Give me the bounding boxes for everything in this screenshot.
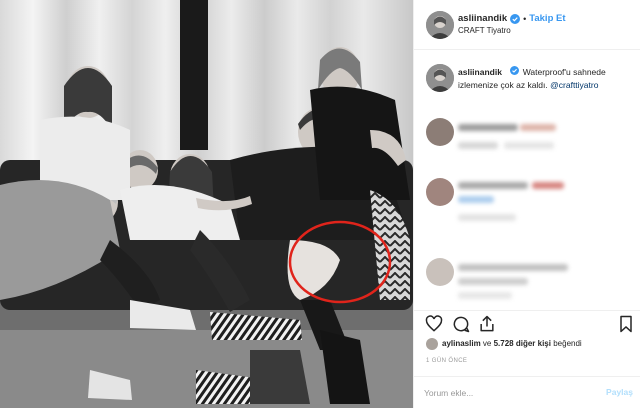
separator-dot: •	[523, 13, 527, 24]
avatar	[426, 118, 454, 146]
likes-count[interactable]: 5.728 diğer kişi	[494, 339, 551, 348]
likes-suffix: beğendi	[553, 339, 582, 348]
follow-button[interactable]: Takip Et	[529, 13, 565, 24]
caption-username[interactable]: asliinandik	[458, 67, 502, 77]
avatar	[426, 258, 454, 286]
likes-summary: aylinaslim ve 5.728 diğer kişi beğendi	[414, 338, 640, 352]
verified-badge-icon	[510, 66, 520, 76]
post-comment-button[interactable]: Paylaş	[606, 387, 633, 397]
post-location[interactable]: CRAFT Tiyatro	[458, 26, 511, 35]
share-icon[interactable]	[477, 314, 497, 334]
post-caption: asliinandik Waterproof'u sahnede izlemen…	[414, 58, 640, 118]
likes-connector: ve	[482, 339, 492, 348]
avatar[interactable]	[426, 11, 454, 39]
avatar[interactable]	[426, 338, 438, 350]
post-side-panel: asliinandik • Takip Et CRAFT Tiyatro asl…	[413, 0, 640, 408]
caption-text: asliinandik Waterproof'u sahnede izlemen…	[458, 66, 634, 92]
action-bar	[414, 310, 640, 338]
blurred-comment	[414, 178, 640, 238]
post-username[interactable]: asliinandik	[458, 13, 507, 24]
bookmark-icon[interactable]	[616, 314, 636, 334]
comment-input[interactable]	[424, 385, 584, 401]
avatar	[426, 178, 454, 206]
blurred-comment	[414, 258, 640, 318]
comment-box: Paylaş	[414, 376, 640, 408]
avatar[interactable]	[426, 64, 454, 92]
likes-text: aylinaslim ve 5.728 diğer kişi beğendi	[442, 339, 582, 348]
post-header: asliinandik • Takip Et CRAFT Tiyatro	[414, 0, 640, 50]
post-timestamp: 1 GÜN ÖNCE	[426, 358, 468, 364]
liker-username[interactable]: aylinaslim	[442, 339, 481, 348]
heart-icon[interactable]	[424, 314, 444, 334]
verified-badge-icon	[510, 13, 521, 24]
caption-mention[interactable]: @crafttiyatro	[550, 80, 598, 90]
comment-icon[interactable]	[451, 314, 471, 334]
post-photo	[0, 0, 413, 408]
blurred-comment	[414, 118, 640, 178]
